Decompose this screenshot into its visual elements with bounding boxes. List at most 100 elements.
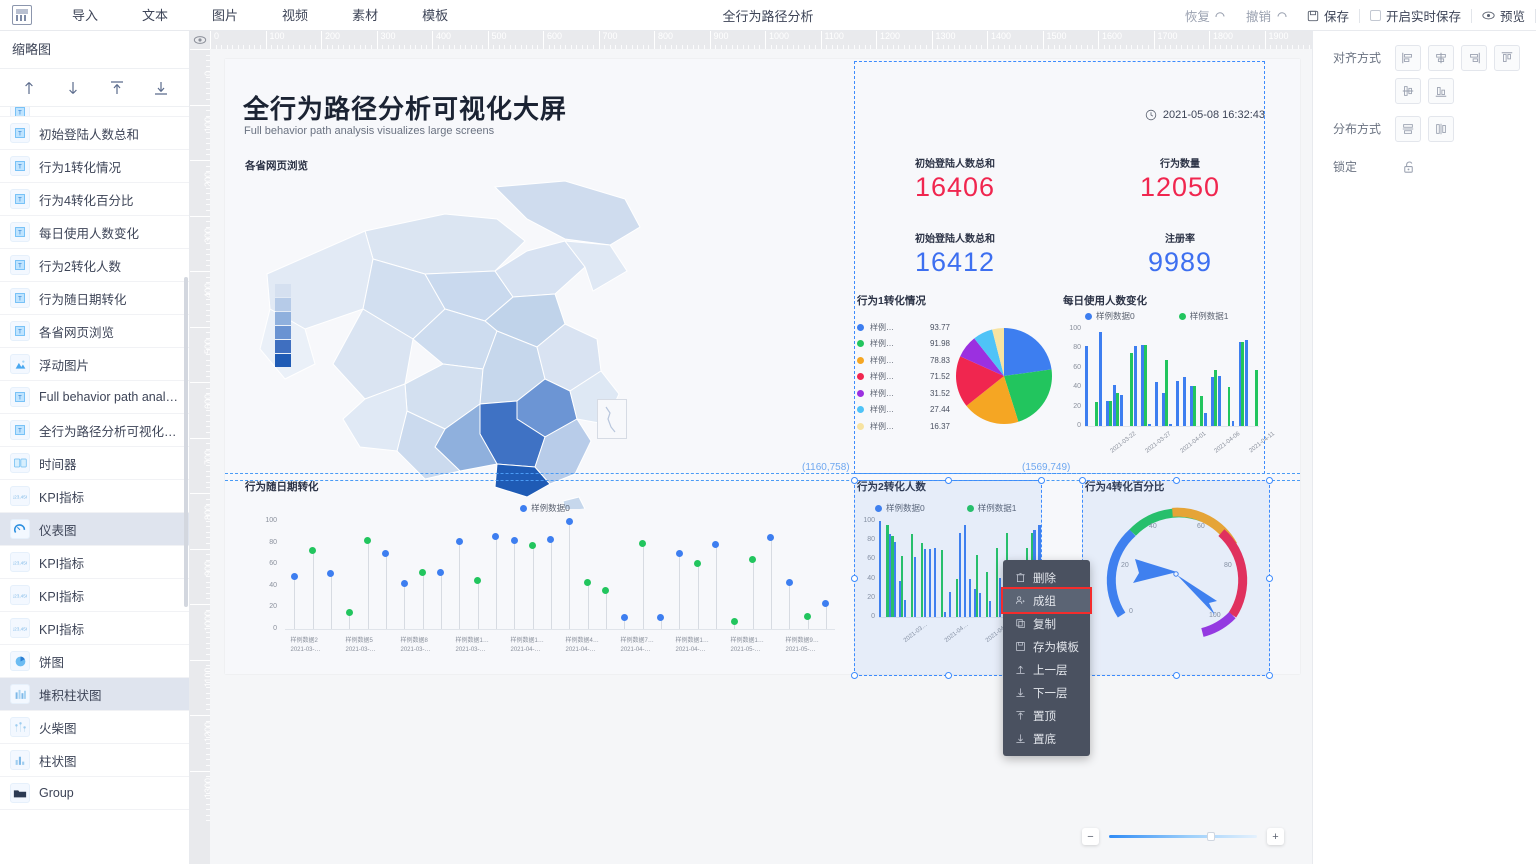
menu-item-import[interactable]: 导入: [50, 0, 120, 31]
bar[interactable]: [985, 571, 988, 617]
pie-legend-row[interactable]: 样例… 91.98: [857, 336, 950, 353]
data-point[interactable]: [785, 579, 793, 587]
list-item[interactable]: 123,456 KPI指标: [0, 612, 189, 645]
data-point[interactable]: [730, 617, 738, 625]
list-item[interactable]: T 行为随日期转化: [0, 282, 189, 315]
pie-legend-row[interactable]: 样例… 78.83: [857, 352, 950, 369]
align-left-icon[interactable]: [1395, 45, 1421, 71]
page-title[interactable]: 全行为路径分析可视化大屏: [243, 89, 567, 126]
pie-legend-row[interactable]: 样例… 71.52: [857, 369, 950, 386]
bar[interactable]: [1148, 424, 1151, 426]
bar[interactable]: [879, 521, 882, 617]
bar-chart-plot[interactable]: 0 20 40 60 80 100 2021-03-22 2021-03-27 2021-04-…: [1063, 325, 1276, 460]
data-point[interactable]: [767, 533, 775, 541]
context-menu-item[interactable]: 置顶: [1003, 704, 1090, 727]
bar[interactable]: [1099, 331, 1103, 426]
bar[interactable]: [1213, 369, 1217, 426]
menu-item-video[interactable]: 视频: [260, 0, 330, 31]
data-point[interactable]: [620, 613, 628, 621]
resize-handle-se[interactable]: [1266, 672, 1273, 679]
list-item[interactable]: 仪表图: [0, 513, 189, 546]
bar[interactable]: [1168, 424, 1172, 426]
data-point[interactable]: [639, 540, 646, 548]
ruler-corner[interactable]: [190, 31, 210, 49]
kpi-card[interactable]: 行为数量 12050: [1080, 155, 1280, 203]
bar[interactable]: [891, 536, 894, 617]
bar[interactable]: [956, 578, 959, 617]
data-point[interactable]: [437, 569, 445, 577]
bar[interactable]: [1199, 395, 1203, 426]
data-point[interactable]: [822, 599, 830, 607]
scatter-plot[interactable]: 0 20 40 60 80 100 样例数据2 2021-03-… 样例数据5 2021-03-……: [245, 517, 845, 677]
redo-button[interactable]: 恢复: [1175, 6, 1236, 25]
data-point[interactable]: [804, 612, 811, 620]
bar[interactable]: [1241, 341, 1245, 426]
list-item[interactable]: T 行为2转化人数: [0, 249, 189, 282]
pie-legend-row[interactable]: 样例… 93.77: [857, 319, 950, 336]
list-item[interactable]: 时间器: [0, 447, 189, 480]
bar[interactable]: [894, 542, 897, 617]
menu-item-image[interactable]: 图片: [190, 0, 260, 31]
zoom-slider-handle[interactable]: [1206, 832, 1215, 841]
data-point[interactable]: [419, 569, 426, 577]
dashboard-board[interactable]: 全行为路径分析可视化大屏 Full behavior path analysis…: [225, 59, 1300, 679]
align-bottom-icon[interactable]: [1428, 78, 1454, 104]
bar[interactable]: [1109, 400, 1113, 426]
bar[interactable]: [886, 524, 889, 617]
undo-button[interactable]: 撤销: [1236, 6, 1297, 25]
bar[interactable]: [901, 555, 904, 617]
data-point[interactable]: [712, 541, 720, 549]
autosave-checkbox[interactable]: [1369, 10, 1381, 21]
bar[interactable]: [904, 599, 907, 617]
bar[interactable]: [998, 577, 1001, 617]
bar[interactable]: [1095, 401, 1099, 426]
context-menu-item[interactable]: 上一层: [1003, 658, 1090, 681]
canvas-viewport[interactable]: 全行为路径分析可视化大屏 Full behavior path analysis…: [210, 49, 1312, 864]
daily-bar-chart-panel[interactable]: 每日使用人数变化 样例数据0 样例数据1 0 20 40 60 80 100 2021-03…: [1063, 293, 1276, 473]
data-point[interactable]: [547, 535, 555, 543]
list-item[interactable]: T 各省网页浏览: [0, 315, 189, 348]
list-item[interactable]: T Full behavior path analysis…: [0, 381, 189, 414]
data-point[interactable]: [492, 532, 500, 540]
bar[interactable]: [1217, 375, 1221, 426]
data-point[interactable]: [510, 536, 518, 544]
context-menu-item[interactable]: 置底: [1003, 727, 1090, 750]
zoom-slider-track[interactable]: [1109, 832, 1257, 841]
bar[interactable]: [941, 549, 944, 617]
list-item[interactable]: Group: [0, 777, 189, 810]
context-menu-item[interactable]: 存为模板: [1003, 635, 1090, 658]
list-item[interactable]: 堆积柱状图: [0, 678, 189, 711]
pie-legend-row[interactable]: 样例… 31.52: [857, 385, 950, 402]
pie-legend-row[interactable]: 样例… 27.44: [857, 402, 950, 419]
bar[interactable]: [1175, 381, 1179, 426]
context-menu-item[interactable]: 下一层: [1003, 681, 1090, 704]
list-item[interactable]: T 行为1转化情况: [0, 150, 189, 183]
bring-to-front-icon[interactable]: [109, 80, 125, 96]
data-point[interactable]: [309, 546, 316, 554]
list-item[interactable]: 浮动图片: [0, 348, 189, 381]
list-item[interactable]: 123,456 KPI指标: [0, 480, 189, 513]
bar[interactable]: [1120, 394, 1124, 426]
bar[interactable]: [934, 547, 937, 617]
data-point[interactable]: [657, 613, 665, 621]
bar[interactable]: [1182, 376, 1186, 426]
bar[interactable]: [948, 592, 952, 617]
bar[interactable]: [978, 593, 981, 617]
send-to-back-icon[interactable]: [153, 80, 169, 96]
list-item[interactable]: 饼图: [0, 645, 189, 678]
pie-chart-panel[interactable]: 行为1转化情况 样例… 93.77 样例… 91.98 样例… 78.83 样例… 71.52…: [857, 293, 1062, 443]
bar[interactable]: [975, 554, 978, 617]
bar[interactable]: [921, 543, 924, 617]
save-button[interactable]: 保存: [1297, 6, 1359, 25]
china-map-chart[interactable]: [245, 179, 695, 512]
bar[interactable]: [1144, 344, 1147, 426]
data-point[interactable]: [364, 536, 371, 544]
data-point[interactable]: [529, 542, 536, 550]
bar[interactable]: [1130, 353, 1133, 426]
align-top-icon[interactable]: [1494, 45, 1520, 71]
bar[interactable]: [944, 612, 947, 617]
bar[interactable]: [1134, 346, 1138, 426]
layers-scrollbar[interactable]: [184, 277, 188, 607]
data-point[interactable]: [345, 609, 353, 617]
align-middle-vertical-icon[interactable]: [1395, 78, 1421, 104]
